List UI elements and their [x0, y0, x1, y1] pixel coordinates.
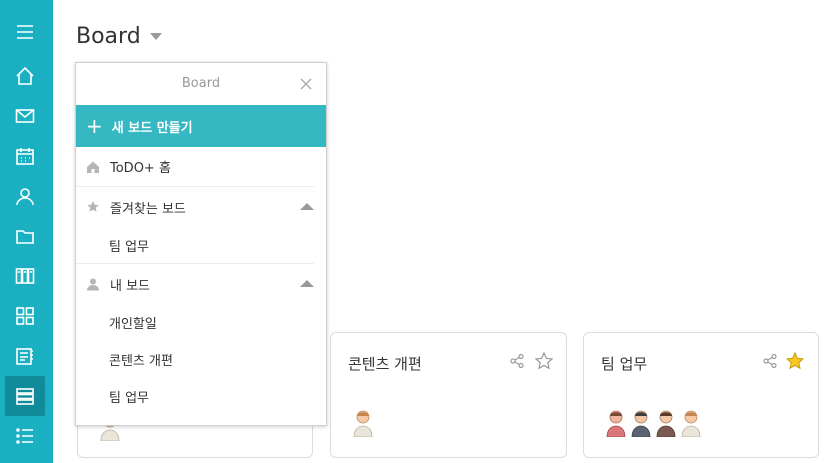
- avatar: [631, 410, 651, 437]
- nav-calendar[interactable]: [5, 136, 45, 176]
- card-title: 콘텐츠 개편: [348, 355, 422, 373]
- avatar: [681, 410, 701, 437]
- nav-drive[interactable]: [5, 216, 45, 256]
- list-icon: [16, 428, 33, 444]
- card-title: 팀 업무: [601, 355, 648, 373]
- board-card-team[interactable]: 팀 업무: [583, 332, 819, 458]
- folder-icon: [16, 230, 34, 244]
- home-icon: [87, 161, 99, 173]
- my-board-item[interactable]: 팀 업무: [76, 378, 326, 415]
- nav-board[interactable]: [5, 376, 45, 416]
- card-avatars: [351, 407, 376, 437]
- create-board-button[interactable]: + 새 보드 만들기: [76, 105, 326, 147]
- close-icon[interactable]: [300, 78, 312, 90]
- my-board-label: 콘텐츠 개편: [109, 354, 173, 369]
- binders-icon: [15, 268, 35, 284]
- page-title: Board: [76, 24, 162, 49]
- avatar: [606, 410, 626, 437]
- my-boards-label: 내 보드: [110, 278, 151, 294]
- avatar: [353, 410, 373, 437]
- calendar-icon: [16, 148, 34, 165]
- my-board-label: 개인할일: [109, 317, 157, 332]
- share-icon[interactable]: [762, 353, 778, 369]
- my-board-label: 팀 업무: [109, 391, 150, 406]
- star-filled-icon[interactable]: [785, 351, 805, 371]
- todo-home-label: ToDO+ 홈: [110, 161, 171, 176]
- nav-archive[interactable]: [5, 256, 45, 296]
- collapse-arrow-icon[interactable]: [300, 203, 314, 210]
- nav-notes[interactable]: [5, 336, 45, 376]
- board-icon: [16, 388, 34, 405]
- home-icon: [16, 66, 34, 85]
- favorites-header[interactable]: 즐겨찾는 보드: [76, 187, 326, 227]
- my-board-item[interactable]: 콘텐츠 개편: [76, 341, 326, 378]
- grid-icon: [16, 307, 34, 325]
- todo-home-item[interactable]: ToDO+ 홈: [76, 147, 314, 187]
- dropdown-title: Board: [181, 76, 221, 91]
- user-icon: [16, 188, 34, 206]
- menu-button[interactable]: [5, 12, 45, 52]
- favorite-board-item[interactable]: 팀 업무: [76, 227, 314, 264]
- my-board-item[interactable]: 개인할일: [76, 304, 326, 341]
- page-title-text: Board: [76, 24, 141, 49]
- user-icon: [87, 278, 99, 291]
- share-icon[interactable]: [509, 353, 525, 369]
- my-boards-header[interactable]: 내 보드: [76, 264, 326, 304]
- nav-home[interactable]: [5, 56, 45, 96]
- favorite-board-label: 팀 업무: [109, 239, 150, 255]
- card-avatars: [604, 407, 704, 437]
- sidebar: [0, 0, 53, 463]
- mail-icon: [15, 109, 35, 123]
- collapse-arrow-icon[interactable]: [300, 280, 314, 287]
- board-dropdown: Board + 새 보드 만들기 ToDO+ 홈 즐겨찾는 보드 팀 업무 내 …: [75, 62, 327, 426]
- plus-icon: +: [86, 114, 103, 138]
- nav-apps[interactable]: [5, 296, 45, 336]
- nav-mail[interactable]: [5, 96, 45, 136]
- nav-contacts[interactable]: [5, 176, 45, 216]
- caret-down-icon[interactable]: [149, 33, 162, 40]
- nav-tasks[interactable]: [5, 416, 45, 456]
- notes-icon: [16, 348, 33, 365]
- dropdown-header: Board: [76, 63, 326, 105]
- avatar: [656, 410, 676, 437]
- create-board-label: 새 보드 만들기: [111, 120, 193, 136]
- favorites-label: 즐겨찾는 보드: [110, 201, 186, 217]
- star-outline-icon[interactable]: [534, 351, 554, 371]
- board-card-content[interactable]: 콘텐츠 개편: [330, 332, 567, 458]
- star-icon: [87, 201, 99, 212]
- menu-icon: [17, 25, 33, 39]
